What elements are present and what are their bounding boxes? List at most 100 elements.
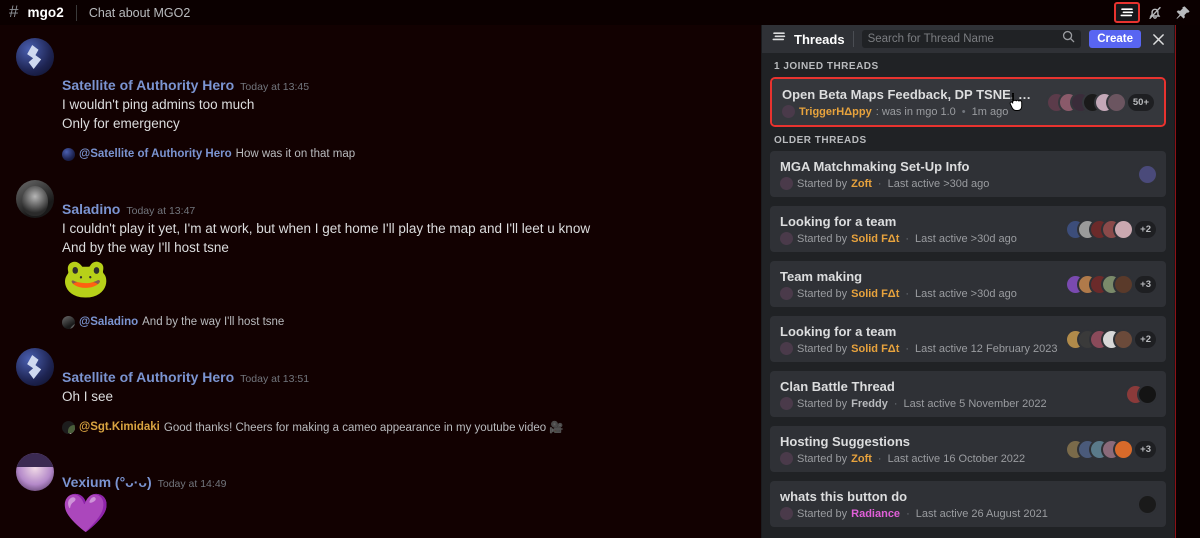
thread-author[interactable]: Solid FΔt [851,343,899,355]
channel-name[interactable]: mgo2 [27,5,63,20]
mouse-cursor-pointer [1009,93,1023,111]
message-list[interactable]: Satellite of Authority Hero Today at 13:4… [0,25,762,538]
thread-name[interactable]: Looking for a team [780,213,1057,230]
reply-author[interactable]: @Saladino [79,316,138,328]
channel-topic: Chat about MGO2 [88,5,191,20]
thread-name[interactable]: Looking for a team [780,323,1057,340]
thread-list-item[interactable]: Hosting Suggestions Started by Zoft · Last a… [770,426,1166,472]
notification-muted-icon-button[interactable] [1142,2,1168,23]
chat-message[interactable]: @Saladino And by the way I'll host tsne Sa… [0,312,762,406]
participant-overflow-count: +2 [1135,220,1156,238]
message-text: Only for emergency [62,116,180,131]
chat-message[interactable]: @Sgt.Kimidaki Good thanks! Cheers for mak… [0,417,762,536]
thread-participants: 50+ [1047,93,1154,111]
avatar[interactable] [16,453,54,491]
avatar[interactable] [16,348,54,386]
message-header: Satellite of Authority Hero Today at 13:4… [62,76,752,95]
thread-author[interactable]: Solid FΔt [851,288,899,300]
thread-name[interactable]: MGA Matchmaking Set-Up Info [780,158,1129,175]
thread-author-avatar [780,397,793,410]
thread-author[interactable]: Zoft [851,453,872,465]
create-thread-button[interactable]: Create [1089,30,1141,48]
meta-dot: · [877,452,882,465]
avatar[interactable] [16,38,54,76]
search-icon [1062,30,1075,48]
pin-icon-button[interactable] [1170,2,1196,23]
started-by-label: Started by [797,397,848,410]
message-author[interactable]: Satellite of Authority Hero [62,368,234,387]
thread-list-item[interactable]: Team making Started by Solid FΔt · Last acti… [770,261,1166,307]
thread-info: Team making Started by Solid FΔt · Last acti… [780,268,1057,300]
thread-list-item[interactable]: Looking for a team Started by Solid FΔt · La… [770,316,1166,362]
threads-icon-button[interactable] [1114,2,1140,23]
thread-search-input[interactable] [867,33,1063,45]
thread-participants [1127,385,1156,403]
hash-icon: # [9,2,19,21]
thread-info: Looking for a team Started by Solid FΔt · La… [780,323,1058,355]
thread-author[interactable]: Solid FΔt [851,233,899,245]
avatar[interactable] [16,180,54,218]
message-text: I couldn't play it yet, I'm at work, but… [62,221,591,236]
thread-last-active: Last active 26 August 2021 [915,507,1048,520]
reply-author[interactable]: @Sgt.Kimidaki [79,421,160,433]
close-icon[interactable] [1149,30,1167,48]
thread-list-item[interactable]: Clan Battle Thread Started by Freddy · Last … [770,371,1166,417]
thread-author[interactable]: Freddy [851,398,888,410]
thread-meta: Started by Solid FΔt · Last active 12 Febru… [780,342,1058,355]
thread-last-active: Last active >30d ago [915,232,1017,245]
thread-participants [1139,495,1156,513]
message-author[interactable]: Saladino [62,200,120,219]
thread-info: MGA Matchmaking Set-Up Info Started by Zof… [780,158,1129,190]
thread-search-box[interactable] [861,30,1082,48]
thread-list-item[interactable]: whats this button do Started by Radiance · L… [770,481,1166,527]
chat-message[interactable]: @Satellite of Authority Hero How was it o… [0,144,762,301]
reply-preview-text: And by the way I'll host tsne [142,316,285,328]
meta-dot: · [905,287,910,300]
thread-last-active: Last active >30d ago [887,177,990,190]
thread-last-active: Last active 16 October 2022 [887,452,1026,465]
thread-name[interactable]: Hosting Suggestions [780,433,1057,450]
thread-name[interactable]: whats this button do [780,488,1129,505]
message-emoji: 🐸 [62,258,110,300]
thread-name[interactable]: Team making [780,268,1057,285]
threads-list-scroll[interactable]: 1 JOINED THREADS Open Beta Maps Feedback,… [762,53,1174,538]
thread-participants: +3 [1067,440,1156,458]
participant-avatar [1107,93,1125,111]
thread-meta: Started by Solid FΔt · Last active >30d ago [780,287,1057,300]
thread-participants: +2 [1067,220,1156,238]
message-timestamp: Today at 13:45 [240,81,310,93]
reply-context[interactable]: @Sgt.Kimidaki Good thanks! Cheers for mak… [62,419,752,435]
thread-name[interactable]: Clan Battle Thread [780,378,1117,395]
reply-author[interactable]: @Satellite of Authority Hero [79,148,232,160]
thread-meta: Started by Radiance · Last active 26 August… [780,507,1129,520]
chat-message[interactable]: Satellite of Authority Hero Today at 13:4… [0,36,762,133]
reply-context[interactable]: @Saladino And by the way I'll host tsne [62,314,752,330]
participant-avatar [1115,275,1133,293]
started-by-label: Started by [797,342,848,355]
thread-meta: TriggerHΔppy: was in mgo 1.0 • 1m ago [782,105,1038,118]
joined-threads-label: 1 JOINED THREADS [774,61,879,72]
reply-context[interactable]: @Satellite of Authority Hero How was it o… [62,146,752,162]
topbar-actions [1114,2,1200,23]
thread-list-item[interactable]: MGA Matchmaking Set-Up Info Started by Zof… [770,151,1166,197]
thread-preview: : was in mgo 1.0 [875,105,956,118]
thread-author[interactable]: Radiance [851,508,900,520]
message-author[interactable]: Satellite of Authority Hero [62,76,234,95]
thread-author-avatar [780,342,793,355]
message-text: I wouldn't ping admins too much [62,97,255,112]
threads-icon [772,30,787,48]
started-by-label: Started by [797,507,848,520]
thread-name[interactable]: Open Beta Maps Feedback, DP TSNE, and Bu… [782,86,1038,103]
thread-author[interactable]: Zoft [851,178,872,190]
thread-author[interactable]: TriggerHΔppy [799,106,872,118]
thread-list-item[interactable]: Open Beta Maps Feedback, DP TSNE, and Bu… [772,79,1164,125]
thread-list-item[interactable]: Looking for a team Started by Solid FΔt · La… [770,206,1166,252]
participant-overflow-count: +3 [1135,275,1156,293]
meta-dot: · [877,177,882,190]
joined-thread-highlight: Open Beta Maps Feedback, DP TSNE, and Bu… [770,77,1166,127]
thread-author-avatar [780,287,793,300]
message-header: Vexium (°ᴗ·ᴗ) Today at 14:49 [62,473,752,492]
header-divider [852,31,854,47]
message-author[interactable]: Vexium (°ᴗ·ᴗ) [62,473,152,492]
thread-participants: +2 [1067,330,1156,348]
